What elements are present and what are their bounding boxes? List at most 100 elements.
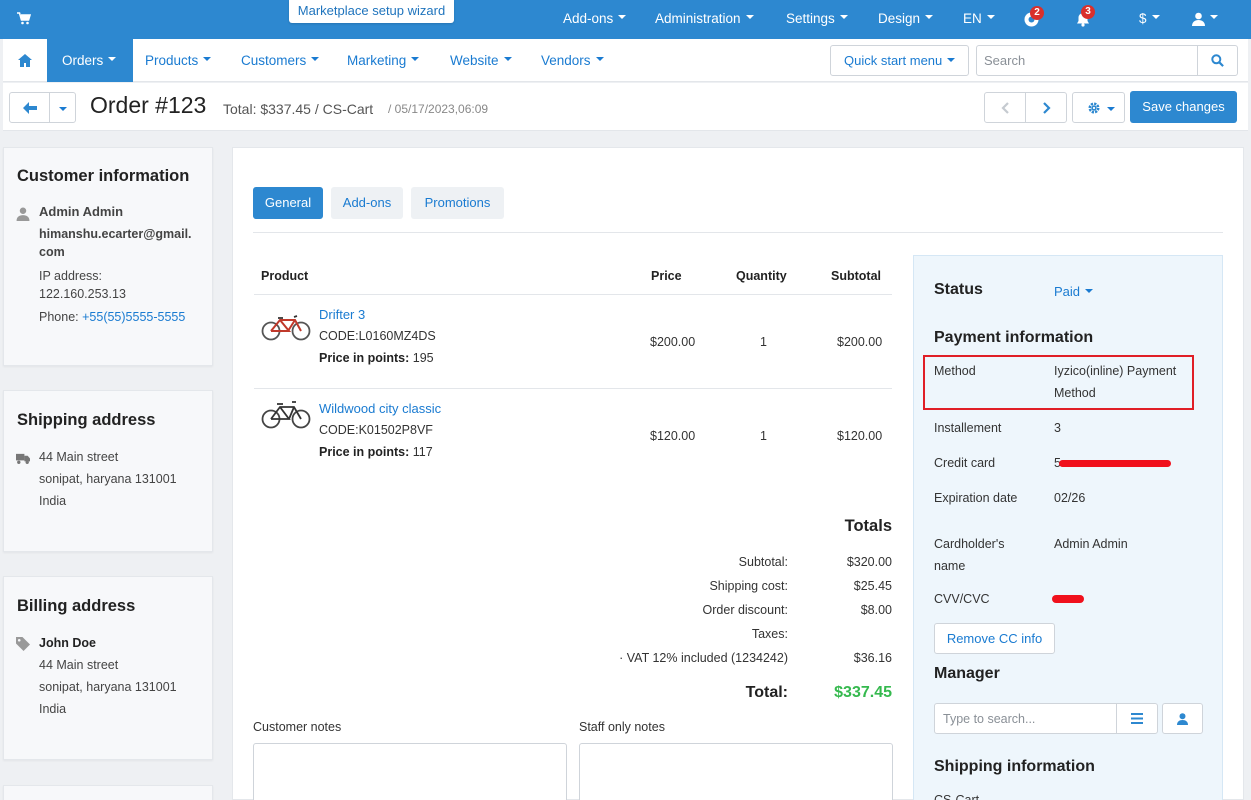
nav-website-label: Website (450, 53, 499, 68)
settings-dropdown-button[interactable] (1072, 92, 1125, 123)
billing-city: sonipat, haryana 131001 (39, 680, 177, 694)
shipping-method-value: CS-Cart (934, 793, 980, 800)
vat-label: · VAT 12% included (1234242) (619, 651, 788, 665)
chevron-down-icon (745, 15, 754, 20)
total-label: Total: (745, 684, 788, 701)
product-link[interactable]: Wildwood city classic (319, 401, 441, 416)
customer-notes-textarea[interactable] (253, 743, 567, 800)
nav-orders[interactable]: Orders (47, 39, 133, 82)
order-title: Order #123 (90, 92, 207, 118)
chevron-down-icon (108, 57, 117, 62)
shipping-cost-value: $25.45 (853, 579, 892, 593)
vat-value: $36.16 (853, 651, 892, 665)
menu-language[interactable]: EN (963, 11, 995, 26)
search-button[interactable] (1197, 46, 1237, 75)
customer-email-link-cont[interactable]: com (39, 245, 65, 259)
points-label: Price in points: (319, 351, 410, 365)
status-heading: Status (934, 281, 983, 298)
product-code: CODE:L0160MZ4DS (319, 329, 436, 343)
phone-link[interactable]: +55(55)5555-5555 (82, 310, 185, 324)
save-changes-button[interactable]: Save changes (1130, 91, 1237, 123)
user-icon (16, 207, 30, 221)
status-dropdown[interactable]: Paid (1054, 284, 1094, 299)
chevron-down-icon (1085, 288, 1094, 293)
nav-website[interactable]: Website (450, 53, 512, 68)
menu-design[interactable]: Design (878, 11, 934, 26)
product-price: $200.00 (650, 335, 696, 349)
shipping-street: 44 Main street (39, 450, 119, 464)
search-input[interactable] (977, 46, 1197, 75)
status-value: Paid (1054, 284, 1081, 299)
tab-addons[interactable]: Add-ons (331, 187, 403, 219)
ip-label: IP address: (39, 269, 103, 283)
total-value: $337.45 (834, 684, 892, 701)
home-icon (18, 54, 32, 67)
table-divider (254, 388, 892, 389)
subtotal-label: Subtotal: (738, 555, 788, 569)
col-product: Product (261, 269, 309, 283)
list-icon (1131, 713, 1143, 724)
help-badge: 2 (1030, 6, 1044, 20)
billing-name: John Doe (39, 636, 96, 650)
bicycle-image (261, 401, 311, 429)
installement-value: 3 (1054, 421, 1061, 435)
previous-order-button[interactable] (984, 92, 1026, 123)
nav-orders-label: Orders (62, 53, 104, 68)
nav-vendors[interactable]: Vendors (541, 53, 604, 68)
points-label: Price in points: (319, 445, 410, 459)
manager-list-button[interactable] (1116, 703, 1158, 734)
cart-icon[interactable] (17, 12, 31, 26)
chevron-down-icon (59, 107, 67, 111)
nav-marketing[interactable]: Marketing (347, 53, 420, 68)
chevron-down-icon (203, 57, 212, 62)
user-menu[interactable] (1192, 12, 1218, 26)
customer-notes-label: Customer notes (253, 720, 342, 734)
shipping-address-heading: Shipping address (17, 411, 156, 429)
billing-address-card: Billing address John Doe 44 Main street … (3, 576, 213, 760)
quick-start-label: Quick start menu (844, 53, 943, 68)
chevron-down-icon (595, 57, 604, 62)
home-button[interactable] (3, 39, 47, 82)
manager-heading: Manager (934, 665, 1000, 682)
notification-badge: 3 (1081, 5, 1095, 19)
back-button[interactable] (9, 92, 50, 123)
payment-heading: Payment information (934, 329, 1094, 346)
chevron-down-icon (503, 57, 512, 62)
nav-customers[interactable]: Customers (241, 53, 320, 68)
back-dropdown-button[interactable] (49, 92, 76, 123)
tab-promotions[interactable]: Promotions (411, 187, 504, 219)
customer-email-link[interactable]: himanshu.ecarter@gmail. (39, 227, 192, 241)
order-toolbar: Order #123 Total: $337.45 / CS-Cart / 05… (3, 83, 1248, 131)
manager-search-input[interactable] (935, 704, 1116, 733)
currency-selector[interactable]: $ (1139, 11, 1160, 26)
chevron-down-icon (839, 15, 848, 20)
next-order-button[interactable] (1025, 92, 1067, 123)
staff-notes-textarea[interactable] (579, 743, 893, 800)
order-date: / 05/17/2023,06:09 (388, 102, 489, 116)
credit-card-label: Credit card (934, 456, 996, 470)
nav-marketing-label: Marketing (347, 53, 407, 68)
marketplace-wizard-button[interactable]: Marketplace setup wizard (289, 0, 454, 23)
menu-settings[interactable]: Settings (786, 11, 848, 26)
menu-administration[interactable]: Administration (655, 11, 754, 26)
product-link[interactable]: Drifter 3 (319, 307, 365, 322)
remove-cc-button[interactable]: Remove CC info (934, 623, 1055, 654)
billing-country: India (39, 702, 67, 716)
search-icon (1211, 54, 1224, 67)
nav-products[interactable]: Products (145, 53, 212, 68)
customer-name-link[interactable]: Admin Admin (39, 204, 123, 219)
tab-divider (253, 232, 1223, 233)
chevron-right-icon (1043, 102, 1051, 114)
cardholder-label-line1: Cardholder's (934, 537, 1005, 551)
shipping-info-heading: Shipping information (934, 758, 1095, 775)
tag-icon (16, 637, 30, 651)
menu-addons[interactable]: Add-ons (563, 11, 627, 26)
tab-general[interactable]: General (253, 187, 323, 219)
col-quantity: Quantity (736, 269, 787, 283)
manager-user-button[interactable] (1162, 703, 1203, 734)
installement-label: Installement (934, 421, 1002, 435)
quick-start-menu-button[interactable]: Quick start menu (830, 45, 969, 76)
user-icon (1192, 12, 1205, 26)
billing-street: 44 Main street (39, 658, 119, 672)
phone-label: Phone: (39, 310, 79, 324)
